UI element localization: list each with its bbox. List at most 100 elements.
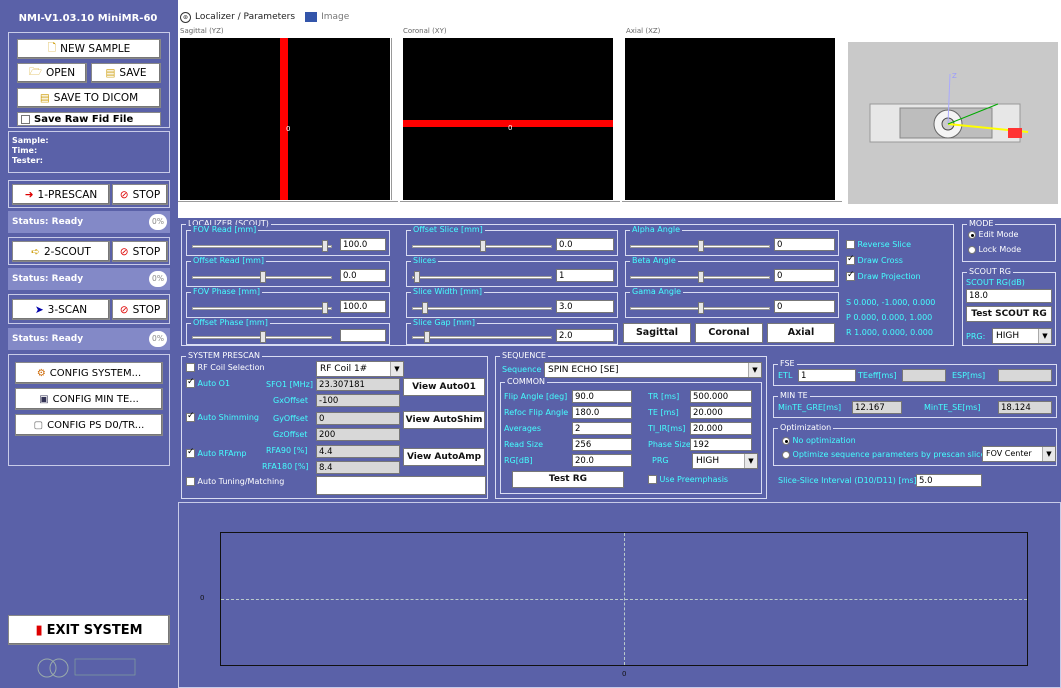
scout-rg-input[interactable]: 18.0 [966, 289, 1052, 303]
auto-rfamp-box[interactable] [186, 447, 195, 458]
save-raw-check[interactable] [21, 114, 30, 124]
auto-tuning-check[interactable]: Auto Tuning/Matching [186, 477, 284, 486]
chevron-down-icon[interactable]: ▼ [1042, 447, 1055, 461]
gama-input[interactable]: 0 [774, 300, 835, 313]
slices-slider[interactable] [412, 270, 552, 284]
view-auto01-button[interactable]: View Auto01 [403, 378, 485, 396]
offset-phase-input[interactable] [340, 329, 386, 342]
axial-canvas[interactable] [625, 38, 835, 200]
optimize-prescan-radio[interactable]: Optimize sequence parameters by prescan … [782, 450, 985, 459]
draw-projection-check[interactable]: Draw Projection [846, 270, 921, 281]
edit-mode-radio[interactable]: Edit Mode [968, 230, 1018, 239]
gy-input[interactable]: 0 [316, 412, 400, 425]
lock-mode-radio[interactable]: Lock Mode [968, 245, 1021, 254]
auto-o1-box[interactable] [186, 377, 195, 388]
sagittal-view[interactable]: 0 [178, 35, 399, 213]
chevron-down-icon[interactable]: ▼ [390, 362, 403, 376]
scout-prg-select[interactable]: HIGH ▼ [992, 328, 1052, 344]
reverse-slice-box[interactable] [846, 240, 855, 249]
tab-image[interactable]: Image [321, 12, 349, 22]
esp-input[interactable] [998, 369, 1052, 382]
offset-slice-slider[interactable] [412, 239, 552, 253]
draw-cross-box[interactable] [846, 254, 855, 265]
offset-read-input[interactable]: 0.0 [340, 269, 386, 282]
sagittal-button[interactable]: Sagittal [623, 323, 691, 343]
config-system-button[interactable]: ⚙ CONFIG SYSTEM... [15, 362, 163, 384]
scout-button[interactable]: ➪ 2-SCOUT [12, 241, 110, 262]
slice-width-input[interactable]: 3.0 [556, 300, 614, 313]
slice-width-slider[interactable] [412, 301, 552, 315]
sequence-select[interactable]: SPIN ECHO [SE] ▼ [544, 362, 762, 378]
coronal-canvas[interactable] [403, 38, 613, 200]
auto-tuning-box[interactable] [186, 477, 195, 486]
rfa180-input[interactable]: 8.4 [316, 461, 400, 474]
scan-button[interactable]: ➤ 3-SCAN [12, 299, 110, 320]
view-autoshim-button[interactable]: View AutoShim [403, 411, 485, 429]
beta-input[interactable]: 0 [774, 269, 835, 282]
auto-shim-check[interactable]: Auto Shimming [186, 411, 259, 422]
rg-input[interactable]: 20.0 [572, 454, 632, 467]
auto-rfamp-check[interactable]: Auto RFAmp [186, 447, 246, 458]
fov-center-select[interactable]: FOV Center ▼ [982, 446, 1056, 462]
alpha-input[interactable]: 0 [774, 238, 835, 251]
averages-input[interactable]: 2 [572, 422, 632, 435]
rfa90-input[interactable]: 4.4 [316, 445, 400, 458]
seq-prg-select[interactable]: HIGH ▼ [692, 453, 758, 469]
save-dicom-button[interactable]: ▤ SAVE TO DICOM [17, 88, 161, 108]
optimize-prescan-dot[interactable] [782, 450, 790, 459]
chevron-down-icon[interactable]: ▼ [748, 363, 761, 377]
fov-phase-slider[interactable] [192, 301, 332, 315]
minte-gre-input[interactable]: 12.167 [852, 401, 902, 414]
preemphasis-box[interactable] [648, 475, 657, 484]
minte-se-input[interactable]: 18.124 [998, 401, 1052, 414]
lock-mode-dot[interactable] [968, 245, 976, 254]
preemphasis-check[interactable]: Use Preemphasis [648, 475, 728, 484]
draw-cross-check[interactable]: Draw Cross [846, 254, 903, 265]
phase-size-input[interactable]: 192 [690, 438, 752, 451]
beta-slider[interactable] [630, 270, 770, 284]
chevron-down-icon[interactable]: ▼ [1038, 329, 1051, 343]
refoc-input[interactable]: 180.0 [572, 406, 632, 419]
no-optimization-dot[interactable] [782, 436, 790, 445]
sfo1-input[interactable]: 23.307181 [316, 378, 400, 391]
exit-system-button[interactable]: ▮ EXIT SYSTEM [8, 615, 170, 645]
te-input[interactable]: 20.000 [690, 406, 752, 419]
config-min-te-button[interactable]: ▣ CONFIG MIN TE... [15, 388, 163, 410]
gama-slider[interactable] [630, 301, 770, 315]
tab-localizer[interactable]: Localizer / Parameters [195, 12, 295, 22]
rf-coil-select[interactable]: RF Coil 1# ▼ [316, 361, 404, 377]
view-autoamp-button[interactable]: View AutoAmp [403, 448, 485, 466]
flip-input[interactable]: 90.0 [572, 390, 632, 403]
gx-input[interactable]: -100 [316, 394, 400, 407]
offset-phase-slider[interactable] [192, 330, 332, 344]
new-sample-button[interactable]: 🗋 NEW SAMPLE [17, 39, 161, 59]
reverse-slice-check[interactable]: Reverse Slice [846, 240, 911, 249]
open-button[interactable]: 🗁 OPEN [17, 63, 87, 83]
etl-input[interactable]: 1 [798, 369, 856, 382]
fov-phase-input[interactable]: 100.0 [340, 300, 386, 313]
rf-coil-check[interactable]: RF Coil Selection [186, 363, 265, 372]
offset-read-slider[interactable] [192, 270, 332, 284]
chevron-down-icon[interactable]: ▼ [744, 454, 757, 468]
slices-input[interactable]: 1 [556, 269, 614, 282]
axial-view[interactable] [622, 35, 843, 213]
coronal-view[interactable]: 0 [400, 35, 621, 213]
scan-stop-button[interactable]: ⊘ STOP [112, 299, 168, 320]
test-rg-button[interactable]: Test RG [512, 471, 624, 488]
slice-gap-input[interactable]: 2.0 [556, 329, 614, 342]
coronal-button[interactable]: Coronal [695, 323, 763, 343]
edit-mode-dot[interactable] [968, 230, 976, 239]
prescan-stop-button[interactable]: ⊘ STOP [112, 184, 168, 205]
gz-input[interactable]: 200 [316, 428, 400, 441]
prescan-button[interactable]: ➜ 1-PRESCAN [12, 184, 110, 205]
no-optimization-radio[interactable]: No optimization [782, 436, 856, 445]
slice-interval-input[interactable]: 5.0 [916, 474, 982, 487]
tr-input[interactable]: 500.000 [690, 390, 752, 403]
save-button[interactable]: ▤ SAVE [91, 63, 161, 83]
auto-tuning-input[interactable] [316, 476, 486, 495]
test-scout-rg-button[interactable]: Test SCOUT RG [966, 306, 1052, 322]
scout-stop-button[interactable]: ⊘ STOP [112, 241, 168, 262]
tiir-input[interactable]: 20.000 [690, 422, 752, 435]
config-ps-button[interactable]: ▢ CONFIG PS D0/TR... [15, 414, 163, 436]
signal-plot-area[interactable] [220, 532, 1028, 666]
